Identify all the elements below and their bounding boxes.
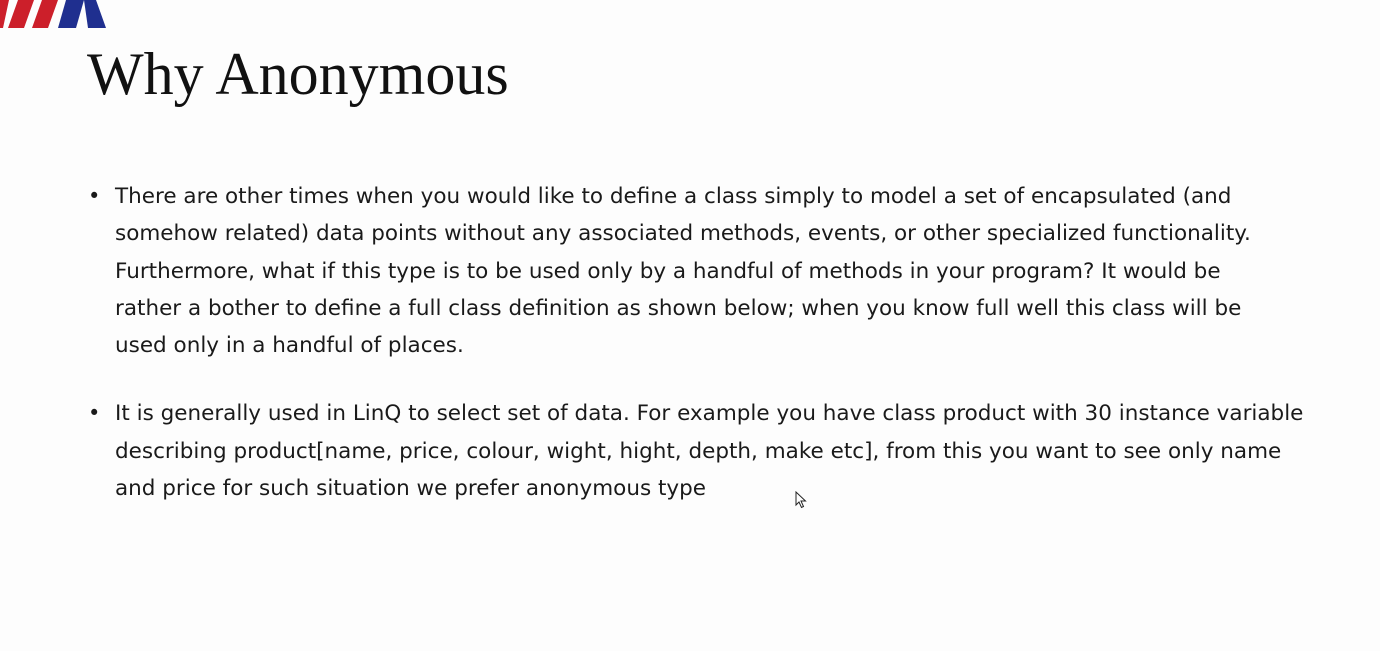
bullet-text-line: rather a bother to define a full class d… [115,295,1242,321]
bullet-marker: • [88,184,101,208]
bullet-text-line: somehow related) data points without any… [115,221,1251,247]
bullet-text-line: There are other times when you would lik… [115,184,1232,209]
bullet-text-line: describing product[name, price, colour, … [115,438,1282,464]
bullet-item: • There are other times when you would l… [88,178,1328,364]
bullet-text-line: It is generally used in LinQ to select s… [115,401,1304,427]
slide-title: Why Anonymous [87,41,509,107]
presentation-slide: Why Anonymous • There are other times wh… [0,0,1380,651]
bullet-marker: • [88,401,101,426]
bullet-text-line: and price for such situation we prefer a… [115,476,707,502]
bullet-text-line: Furthermore, what if this type is to be … [115,258,1221,284]
flag-stripes-logo [0,0,106,28]
mouse-pointer-icon [795,491,807,509]
bullet-item: • It is generally used in LinQ to select… [88,395,1328,507]
bullet-list: • There are other times when you would l… [88,178,1328,507]
bullet-text-line: used only in a handful of places. [115,333,464,359]
